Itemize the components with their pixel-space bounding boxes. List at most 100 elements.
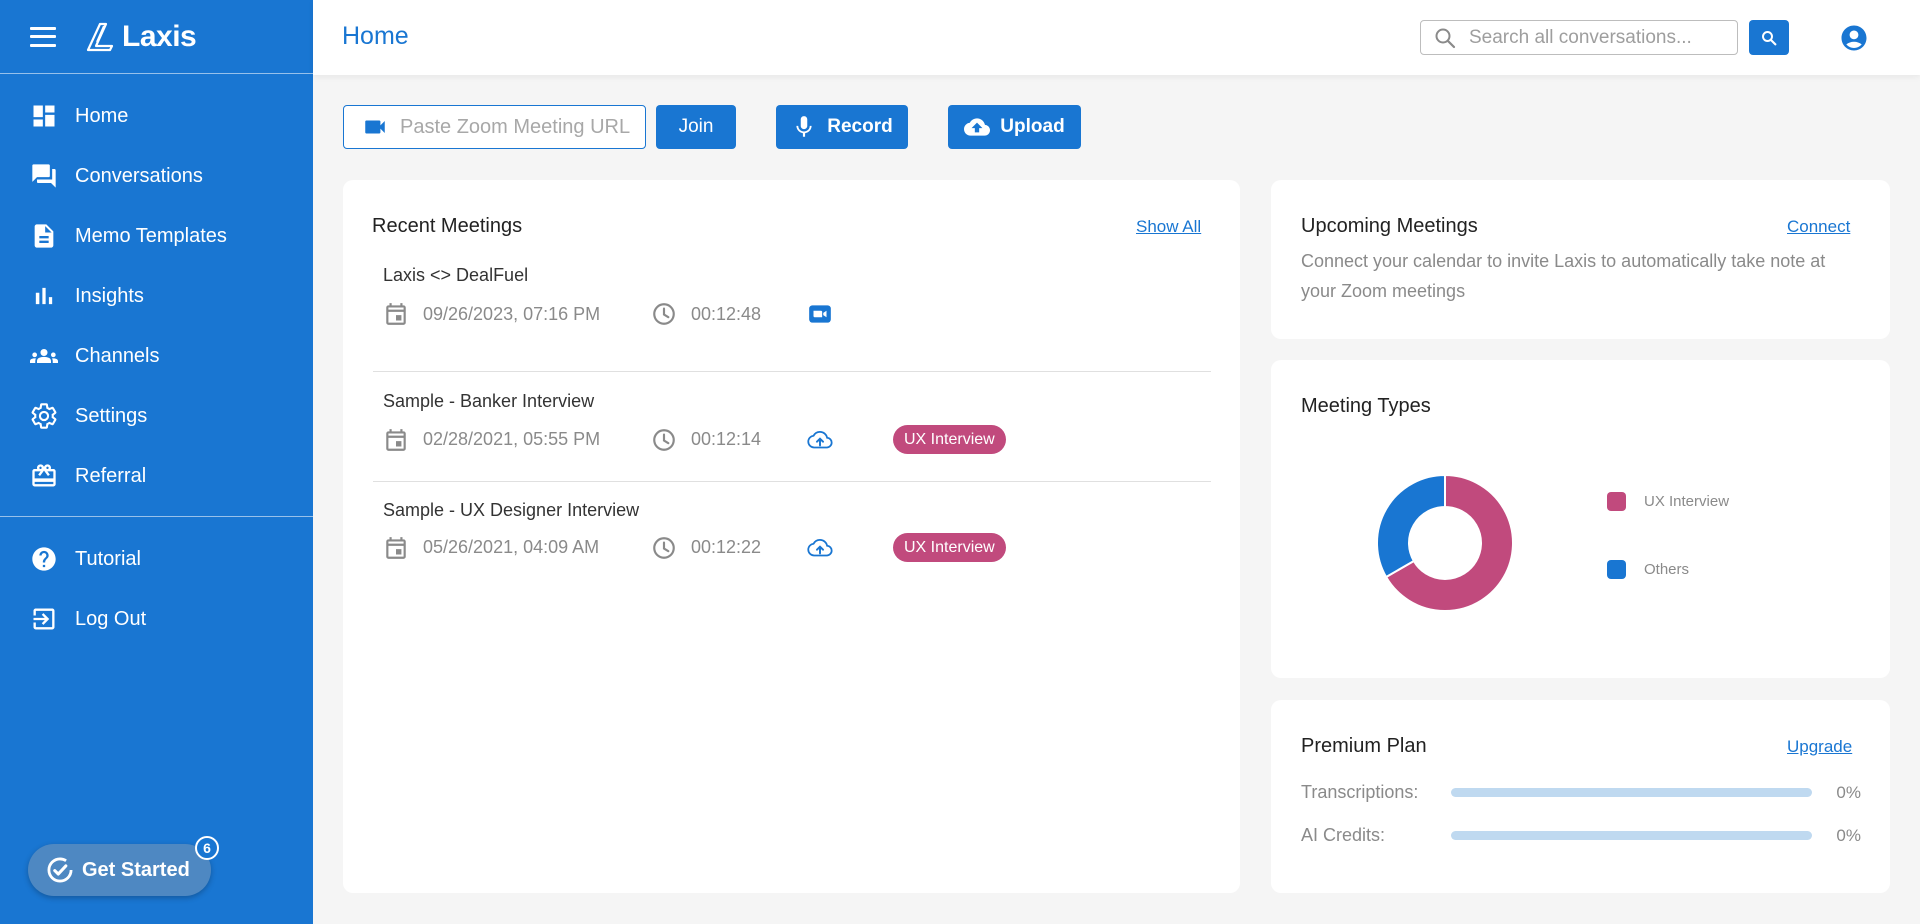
- legend-item[interactable]: Others: [1607, 560, 1689, 579]
- record-button-label: Record: [827, 116, 893, 137]
- usage-value: 0%: [1836, 825, 1861, 845]
- legend-label: Others: [1644, 561, 1690, 578]
- calendar-icon: [386, 428, 406, 451]
- account-icon[interactable]: [1839, 23, 1869, 53]
- meeting-meta: 02/28/2021, 05:55 PM 00:12:14 UX Intervi…: [383, 425, 1006, 454]
- calendar-icon: [386, 536, 406, 559]
- meeting-duration: 00:12:48: [691, 303, 762, 324]
- upgrade-link[interactable]: Upgrade: [1787, 737, 1852, 757]
- document-icon: [34, 224, 54, 248]
- chat-icon: [32, 164, 56, 188]
- sidebar-item-tutorial[interactable]: Tutorial: [0, 529, 313, 589]
- menu-icon[interactable]: [30, 26, 56, 47]
- zoom-video-icon[interactable]: [807, 301, 833, 327]
- zoom-url-field: [343, 105, 646, 149]
- sidebar-item-referral[interactable]: Referral: [0, 446, 313, 506]
- meeting-duration: 00:12:14: [691, 429, 762, 449]
- meeting-meta: 05/26/2021, 04:09 AM 00:12:22 UX Intervi…: [383, 533, 1006, 562]
- app-name: Laxis: [122, 19, 197, 53]
- sidebar-item-label: Conversations: [75, 164, 203, 187]
- meeting-types-title: Meeting Types: [1301, 395, 1431, 417]
- cloud-upload-icon: [964, 118, 991, 136]
- search-icon: [1435, 28, 1456, 48]
- usage-label: Transcriptions:: [1301, 782, 1419, 802]
- meeting-date: 09/26/2023, 07:16 PM: [423, 303, 601, 324]
- record-button[interactable]: Record: [776, 105, 908, 149]
- sidebar-nav: Home Conversations Memo Templates Insigh…: [0, 74, 313, 506]
- sidebar-item-conversations[interactable]: Conversations: [0, 146, 313, 206]
- sidebar-header: Laxis: [0, 0, 313, 74]
- sidebar-item-label: Log Out: [75, 607, 147, 630]
- upcoming-meetings-title: Upcoming Meetings: [1301, 215, 1478, 237]
- meeting-item[interactable]: Laxis <> DealFuel 09/26/2023, 07:16 PM 0…: [373, 265, 1211, 372]
- meeting-title: Laxis <> DealFuel: [383, 265, 529, 285]
- meeting-title: Sample - Banker Interview: [383, 391, 595, 411]
- cloud-upload-icon[interactable]: [807, 535, 833, 561]
- sidebar: Laxis Home Conversations Memo Templates …: [0, 0, 313, 924]
- sidebar-item-insights[interactable]: Insights: [0, 266, 313, 326]
- top-header: Home: [313, 0, 1920, 75]
- sidebar-item-label: Tutorial: [75, 547, 141, 570]
- meeting-tag[interactable]: UX Interview: [893, 425, 1006, 454]
- search-icon: [1762, 30, 1777, 45]
- legend-item[interactable]: UX Interview: [1607, 492, 1729, 511]
- upcoming-meetings-card: Upcoming Meetings Connect Connect your c…: [1271, 180, 1890, 339]
- clock-icon: [653, 303, 675, 325]
- donut-slice-others[interactable]: [1376, 473, 1446, 579]
- sidebar-item-logout[interactable]: Log Out: [0, 589, 313, 649]
- meeting-date: 02/28/2021, 05:55 PM: [423, 429, 601, 449]
- check-circle-icon: [47, 857, 73, 883]
- clock-icon: [653, 536, 675, 559]
- meeting-tag[interactable]: UX Interview: [893, 533, 1006, 562]
- legend-swatch: [1607, 560, 1626, 579]
- usage-label: AI Credits:: [1301, 825, 1386, 845]
- meeting-types-card: Meeting Types UX Interview Others: [1271, 360, 1890, 678]
- gift-icon: [32, 464, 56, 487]
- usage-progress-bar: [1450, 831, 1813, 840]
- zoom-url-input[interactable]: [400, 115, 630, 139]
- sidebar-item-memo-templates[interactable]: Memo Templates: [0, 206, 313, 266]
- meeting-item[interactable]: Sample - Banker Interview 02/28/2021, 05…: [373, 373, 1211, 482]
- search-input[interactable]: [1469, 26, 1709, 49]
- meeting-meta: 09/26/2023, 07:16 PM 00:12:48: [383, 301, 833, 327]
- sidebar-item-settings[interactable]: Settings: [0, 386, 313, 446]
- dashboard-icon: [33, 105, 55, 127]
- meeting-item[interactable]: Sample - UX Designer Interview 05/26/202…: [373, 482, 1211, 582]
- gear-icon: [31, 403, 57, 429]
- transcriptions-usage: Transcriptions: 0%: [1301, 782, 1861, 803]
- search-button[interactable]: [1749, 20, 1789, 55]
- sidebar-item-home[interactable]: Home: [0, 86, 313, 146]
- upload-button-label: Upload: [1000, 116, 1065, 137]
- ai-credits-usage: AI Credits: 0%: [1301, 825, 1861, 846]
- premium-plan-title: Premium Plan: [1301, 735, 1427, 757]
- meeting-duration: 00:12:22: [691, 537, 762, 557]
- connect-link[interactable]: Connect: [1787, 217, 1850, 237]
- meeting-types-donut-chart: [1376, 473, 1514, 612]
- search-box: [1420, 20, 1738, 55]
- meeting-date: 05/26/2021, 04:09 AM: [423, 537, 600, 557]
- sidebar-item-label: Settings: [75, 404, 148, 427]
- get-started-label: Get Started: [82, 858, 190, 881]
- sidebar-item-channels[interactable]: Channels: [0, 326, 313, 386]
- page-title: Home: [342, 22, 409, 50]
- sidebar-item-label: Insights: [75, 284, 144, 307]
- sidebar-item-label: Home: [75, 104, 129, 127]
- sidebar-divider: [0, 516, 313, 517]
- laxis-logo-icon: [86, 22, 114, 51]
- sidebar-item-label: Referral: [75, 464, 147, 487]
- usage-progress-bar: [1450, 788, 1813, 797]
- show-all-link[interactable]: Show All: [1136, 217, 1201, 237]
- group-icon: [30, 349, 58, 363]
- premium-plan-card: Premium Plan Upgrade Transcriptions: 0% …: [1271, 700, 1890, 893]
- join-button[interactable]: Join: [656, 105, 736, 149]
- usage-value: 0%: [1836, 782, 1861, 802]
- clock-icon: [653, 428, 675, 451]
- bar-chart-icon: [35, 287, 53, 305]
- logo[interactable]: Laxis: [86, 19, 197, 54]
- sidebar-item-label: Channels: [75, 344, 160, 367]
- cloud-upload-icon[interactable]: [807, 427, 833, 453]
- get-started-button[interactable]: Get Started 6: [28, 836, 219, 896]
- recent-meetings-card: Recent Meetings Show All Laxis <> DealFu…: [343, 180, 1240, 893]
- upload-button[interactable]: Upload: [948, 105, 1081, 149]
- help-icon: [32, 547, 56, 571]
